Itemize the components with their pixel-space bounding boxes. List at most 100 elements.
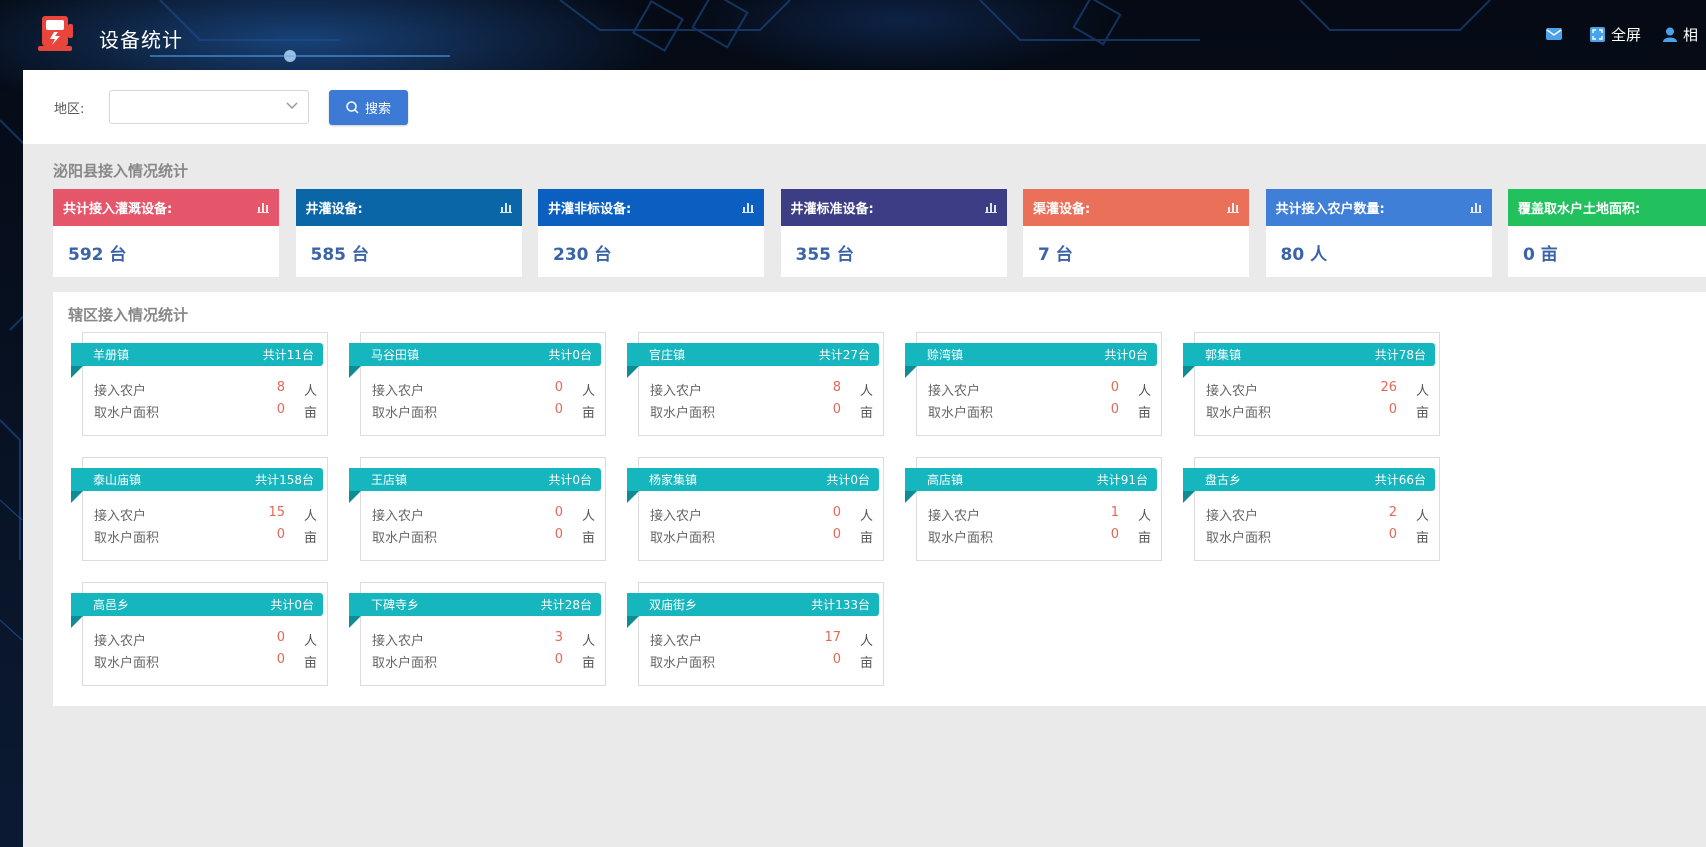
stat-card-label: 井灌设备:: [305, 202, 363, 217]
farmers-count: 0: [1110, 380, 1119, 395]
town-farmers-row: 接入农户 17 人: [650, 630, 873, 649]
town-name: 泰山庙镇: [93, 473, 142, 487]
area-value: 0: [276, 527, 285, 542]
town-total: 共计0台: [548, 473, 592, 487]
farmers-label: 接入农户: [650, 509, 703, 524]
area-value: 0: [1110, 402, 1119, 417]
screen: 设备统计 全屏 相 地区: 搜索 泌阳县接入情况统计 共计接入灌溉设备: 592…: [0, 0, 1706, 847]
stat-card-label: 共计接入灌溉设备:: [63, 202, 173, 217]
farmers-count: 2: [1388, 505, 1397, 520]
area-unit: 亩: [1137, 406, 1151, 421]
town-card: 王店镇 共计0台接入农户 0 人取水户面积 0 亩: [349, 457, 606, 561]
area-unit: 亩: [1415, 531, 1429, 546]
main-panel: 地区: 搜索 泌阳县接入情况统计 共计接入灌溉设备: 592 台 井灌设备: 585 …: [23, 70, 1706, 847]
town-card-header: 杨家集镇 共计0台: [627, 468, 879, 491]
area-value: 0: [832, 527, 841, 542]
search-bar: 地区: 搜索: [23, 70, 1706, 144]
stat-card-header: 共计接入农户数量:: [1265, 189, 1492, 226]
search-button-label: 搜索: [364, 102, 391, 117]
town-farmers-row: 接入农户 3 人: [372, 630, 595, 649]
area-unit: 亩: [859, 531, 873, 546]
fullscreen-button[interactable]: 全屏: [1589, 24, 1641, 45]
farmers-label: 接入农户: [94, 384, 147, 399]
farmers-label: 接入农户: [1206, 384, 1259, 399]
town-area-row: 取水户面积 0 亩: [928, 402, 1151, 421]
town-card-header: 马谷田镇 共计0台: [349, 343, 601, 366]
farmers-count: 0: [554, 380, 563, 395]
fullscreen-icon: [1589, 26, 1605, 42]
town-card: 盘古乡 共计66台 接入农户 2 人取水户面积 0 亩: [1183, 457, 1440, 561]
town-card: 泰山庙镇 共计158台 接入农户 15 人取水户面积 0 亩: [71, 457, 328, 561]
message-button[interactable]: [1545, 27, 1568, 41]
area-value: 0: [276, 402, 285, 417]
town-card-header: 高店镇 共计91台: [905, 468, 1157, 491]
area-unit: 亩: [1137, 531, 1151, 546]
bar-chart-icon: [742, 203, 754, 213]
farmers-label: 接入农户: [94, 509, 147, 524]
town-total: 共计133台: [811, 598, 870, 612]
farmers-label: 接入农户: [372, 634, 425, 649]
farmers-unit: 人: [859, 634, 873, 649]
town-farmers-row: 接入农户 8 人: [94, 380, 317, 399]
stat-card-header: 渠灌设备:: [1023, 189, 1249, 226]
stat-card-header: 井灌设备:: [295, 189, 522, 226]
stat-card-header: 井灌非标设备:: [538, 189, 764, 226]
town-card: 高邑乡 共计0台 接入农户 0 人取水户面积 0 亩: [71, 582, 328, 686]
town-total: 共计66台: [1374, 473, 1426, 487]
area-unit: 亩: [581, 531, 595, 546]
bar-chart-icon: [1227, 203, 1239, 213]
farmers-unit: 人: [859, 384, 873, 399]
stat-card-label: 井灌标准设备:: [790, 202, 874, 217]
area-value: 0: [554, 527, 563, 542]
stat-card: 覆盖取水户土地面积: 0 亩: [1508, 189, 1706, 277]
town-card-header: 泰山庙镇 共计158台: [71, 468, 323, 491]
town-total: 共计0台: [826, 473, 870, 487]
stat-card-label: 共计接入农户数量:: [1275, 202, 1385, 217]
area-value: 0: [1388, 527, 1397, 542]
town-card-header: 赊湾镇 共计0台: [905, 343, 1157, 366]
farmers-unit: 人: [581, 634, 595, 649]
town-card-header: 双庙街乡 共计133台: [627, 593, 879, 616]
town-card-header: 高邑乡 共计0台: [71, 593, 323, 616]
farmers-count: 26: [1380, 380, 1397, 395]
town-farmers-row: 接入农户 0 人: [372, 505, 595, 524]
town-card-header: 官庄镇 共计27台: [627, 343, 879, 366]
town-name: 杨家集镇: [649, 473, 698, 487]
user-name: 相: [1682, 25, 1698, 44]
town-card: 杨家集镇 共计0台 接入农户 0 人取水户面积 0 亩: [627, 457, 884, 561]
area-label: 取水户面积: [372, 656, 438, 671]
town-card-header: 羊册镇 共计11台: [71, 343, 323, 366]
user-menu[interactable]: 相: [1662, 24, 1698, 45]
stat-card-value: 355 台: [795, 245, 854, 265]
area-label: 取水户面积: [372, 531, 438, 546]
farmers-unit: 人: [859, 509, 873, 524]
stat-card-value: 7 台: [1038, 245, 1073, 265]
farmers-unit: 人: [581, 384, 595, 399]
town-total: 共计0台: [548, 348, 592, 362]
stat-card-header: 井灌标准设备:: [780, 189, 1007, 226]
farmers-count: 8: [832, 380, 841, 395]
stat-card-value: 0 亩: [1523, 245, 1558, 265]
town-area-row: 取水户面积 0 亩: [1206, 402, 1429, 421]
town-name: 盘古乡: [1205, 473, 1242, 487]
town-name: 王店镇: [371, 473, 408, 487]
town-name: 下碑寺乡: [371, 598, 420, 612]
search-button[interactable]: 搜索: [329, 90, 408, 125]
farmers-unit: 人: [303, 509, 317, 524]
area-label: 取水户面积: [650, 406, 716, 421]
town-card-header: 盘古乡 共计66台: [1183, 468, 1435, 491]
farmers-label: 接入农户: [94, 634, 147, 649]
town-farmers-row: 接入农户 0 人: [650, 505, 873, 524]
town-farmers-row: 接入农户 0 人: [928, 380, 1151, 399]
area-unit: 亩: [1415, 406, 1429, 421]
area-label: 取水户面积: [650, 656, 716, 671]
bar-chart-icon: [1469, 203, 1482, 213]
area-unit: 亩: [581, 656, 595, 671]
town-total: 共计28台: [540, 598, 592, 612]
area-unit: 亩: [303, 406, 317, 421]
town-card: 官庄镇 共计27台 接入农户 8 人取水户面积 0 亩: [627, 332, 884, 436]
region-select[interactable]: [109, 90, 309, 124]
bar-chart-icon: [257, 203, 269, 213]
town-card: 郭集镇 共计78台 接入农户 26 人取水户面积 0 亩: [1183, 332, 1440, 436]
farmers-count: 0: [832, 505, 841, 520]
